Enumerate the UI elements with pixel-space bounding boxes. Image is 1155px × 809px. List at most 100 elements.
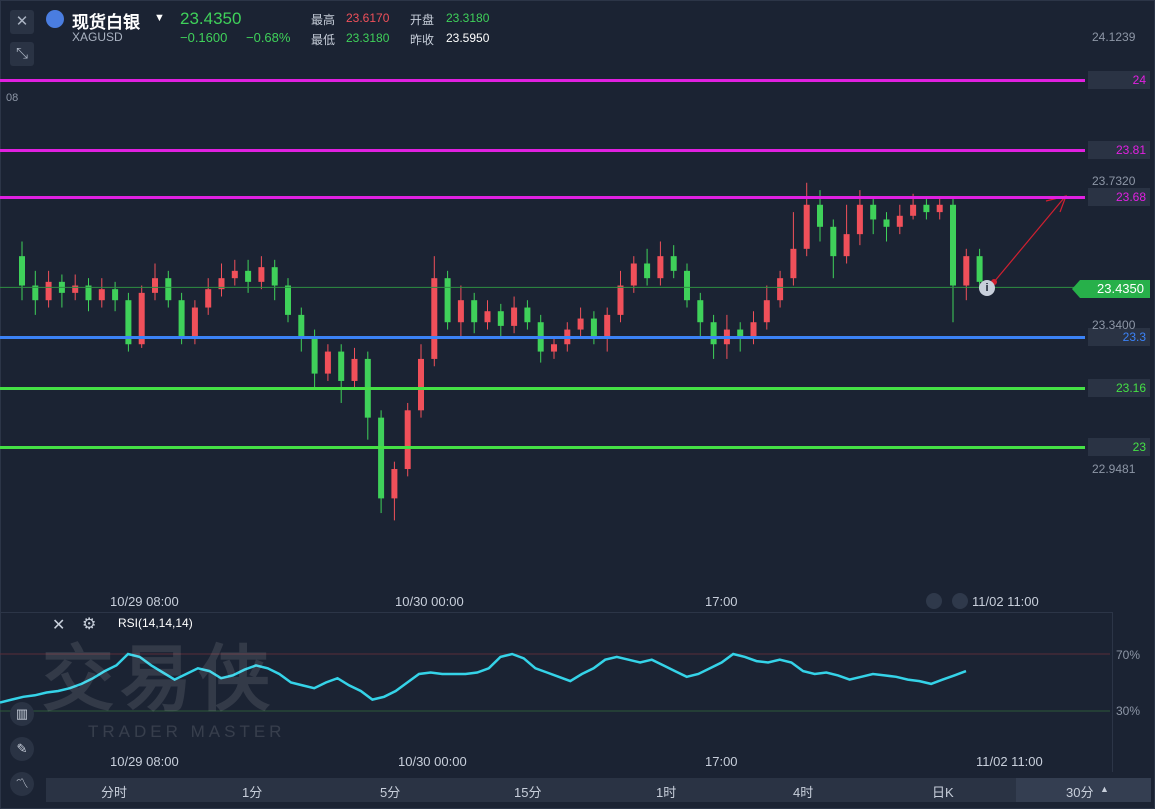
period-bar: 分时 1分 5分 15分 1时 4时 日K 30分 ▲	[46, 778, 1151, 802]
low-label: 最低	[311, 33, 336, 47]
info-icon[interactable]: i	[979, 280, 995, 296]
level-line[interactable]	[0, 446, 1085, 449]
candle[interactable]	[923, 204, 930, 213]
candle[interactable]	[590, 318, 597, 337]
candle[interactable]	[630, 263, 637, 286]
period-tab-4h[interactable]: 4时	[793, 782, 813, 801]
rsi-time-label-3: 17:00	[705, 754, 738, 769]
candle[interactable]	[657, 256, 664, 279]
axis-price-upper: 23.7320	[1092, 174, 1136, 188]
candle[interactable]	[617, 285, 624, 315]
candle[interactable]	[497, 311, 504, 326]
candle[interactable]	[285, 285, 291, 315]
bar-chart-icon[interactable]: ▥	[10, 702, 34, 726]
prev-close-label: 昨收	[410, 33, 435, 47]
candle[interactable]	[790, 248, 797, 279]
candle[interactable]	[19, 256, 25, 286]
candle[interactable]	[950, 204, 956, 286]
open-value: 23.3180	[446, 11, 490, 25]
candle[interactable]	[431, 278, 438, 359]
axis-price-mid: 23.3400	[1092, 318, 1136, 332]
candle[interactable]	[112, 289, 119, 301]
candle[interactable]	[351, 358, 358, 381]
candle[interactable]	[378, 417, 385, 499]
candle[interactable]	[803, 204, 810, 249]
rsi-upper-label: 70%	[1116, 648, 1141, 662]
period-tab-1m[interactable]: 1分	[242, 782, 262, 801]
panel-divider	[0, 612, 1113, 613]
candle[interactable]	[72, 285, 79, 293]
candle[interactable]	[324, 351, 331, 374]
candle[interactable]	[98, 289, 105, 301]
level-line[interactable]	[0, 335, 1085, 339]
chevron-down-icon[interactable]: ▼	[154, 12, 165, 24]
candle[interactable]	[205, 289, 212, 308]
candle[interactable]	[896, 215, 903, 227]
level-line[interactable]	[0, 148, 1085, 152]
price-change: −0.1600	[180, 30, 228, 45]
candle[interactable]	[551, 344, 557, 352]
candle[interactable]	[843, 234, 850, 257]
candle[interactable]	[817, 204, 823, 227]
candle[interactable]	[338, 351, 345, 381]
candle[interactable]	[444, 278, 451, 323]
line-chart-icon[interactable]: 〽	[10, 772, 34, 796]
candle[interactable]	[684, 270, 690, 301]
period-tab-15m[interactable]: 15分	[514, 782, 541, 801]
candle[interactable]	[191, 307, 198, 337]
candle[interactable]	[245, 270, 252, 282]
candle[interactable]	[604, 314, 611, 337]
candle[interactable]	[830, 226, 837, 257]
candle[interactable]	[484, 311, 491, 323]
close-icon[interactable]: ✕	[10, 10, 34, 34]
candle[interactable]	[710, 322, 717, 345]
candle[interactable]	[231, 270, 238, 279]
candle[interactable]	[271, 267, 278, 286]
candle[interactable]	[165, 278, 172, 301]
candle[interactable]	[777, 278, 784, 301]
candle[interactable]	[936, 204, 943, 213]
candle[interactable]	[178, 300, 185, 337]
period-tab-minute[interactable]: 分时	[101, 782, 127, 801]
candle[interactable]	[577, 318, 584, 330]
scroll-dot-icon[interactable]	[952, 593, 968, 609]
candle[interactable]	[697, 300, 704, 323]
candle[interactable]	[644, 263, 651, 279]
candle[interactable]	[870, 204, 877, 220]
candle[interactable]	[910, 204, 917, 216]
projection-arrow[interactable]	[993, 197, 1065, 283]
candle[interactable]	[404, 410, 411, 470]
candle[interactable]	[763, 300, 770, 323]
rsi-lower-label: 30%	[1116, 704, 1141, 718]
candle[interactable]	[311, 336, 318, 374]
scroll-dot-icon[interactable]	[926, 593, 942, 609]
candle[interactable]	[152, 278, 158, 293]
current-price-tag: 23.4350	[1072, 280, 1150, 298]
candle[interactable]	[963, 256, 970, 286]
candle[interactable]	[258, 267, 265, 282]
candle[interactable]	[511, 307, 518, 326]
period-tab-day[interactable]: 日K	[932, 782, 954, 801]
candlestick-chart[interactable]	[0, 60, 1085, 620]
candle[interactable]	[457, 300, 464, 323]
candle[interactable]	[391, 469, 398, 499]
candle[interactable]	[471, 300, 478, 323]
pencil-icon[interactable]: ✎	[10, 737, 34, 761]
candle[interactable]	[524, 307, 531, 323]
low-value: 23.3180	[346, 31, 390, 45]
axis-divider	[1112, 612, 1113, 772]
candle[interactable]	[976, 256, 983, 282]
period-tab-active[interactable]: 30分 ▲	[1016, 778, 1151, 802]
period-tab-5m[interactable]: 5分	[380, 782, 400, 801]
candle[interactable]	[298, 314, 305, 337]
candle[interactable]	[750, 322, 757, 337]
candle[interactable]	[856, 204, 863, 235]
level-line[interactable]	[0, 387, 1085, 391]
level-line[interactable]	[0, 79, 1085, 82]
candle[interactable]	[45, 281, 52, 301]
candle[interactable]	[418, 358, 424, 411]
candle[interactable]	[670, 256, 677, 271]
period-tab-1h[interactable]: 1时	[656, 782, 676, 801]
candle[interactable]	[883, 219, 890, 227]
level-line[interactable]	[0, 196, 1085, 200]
